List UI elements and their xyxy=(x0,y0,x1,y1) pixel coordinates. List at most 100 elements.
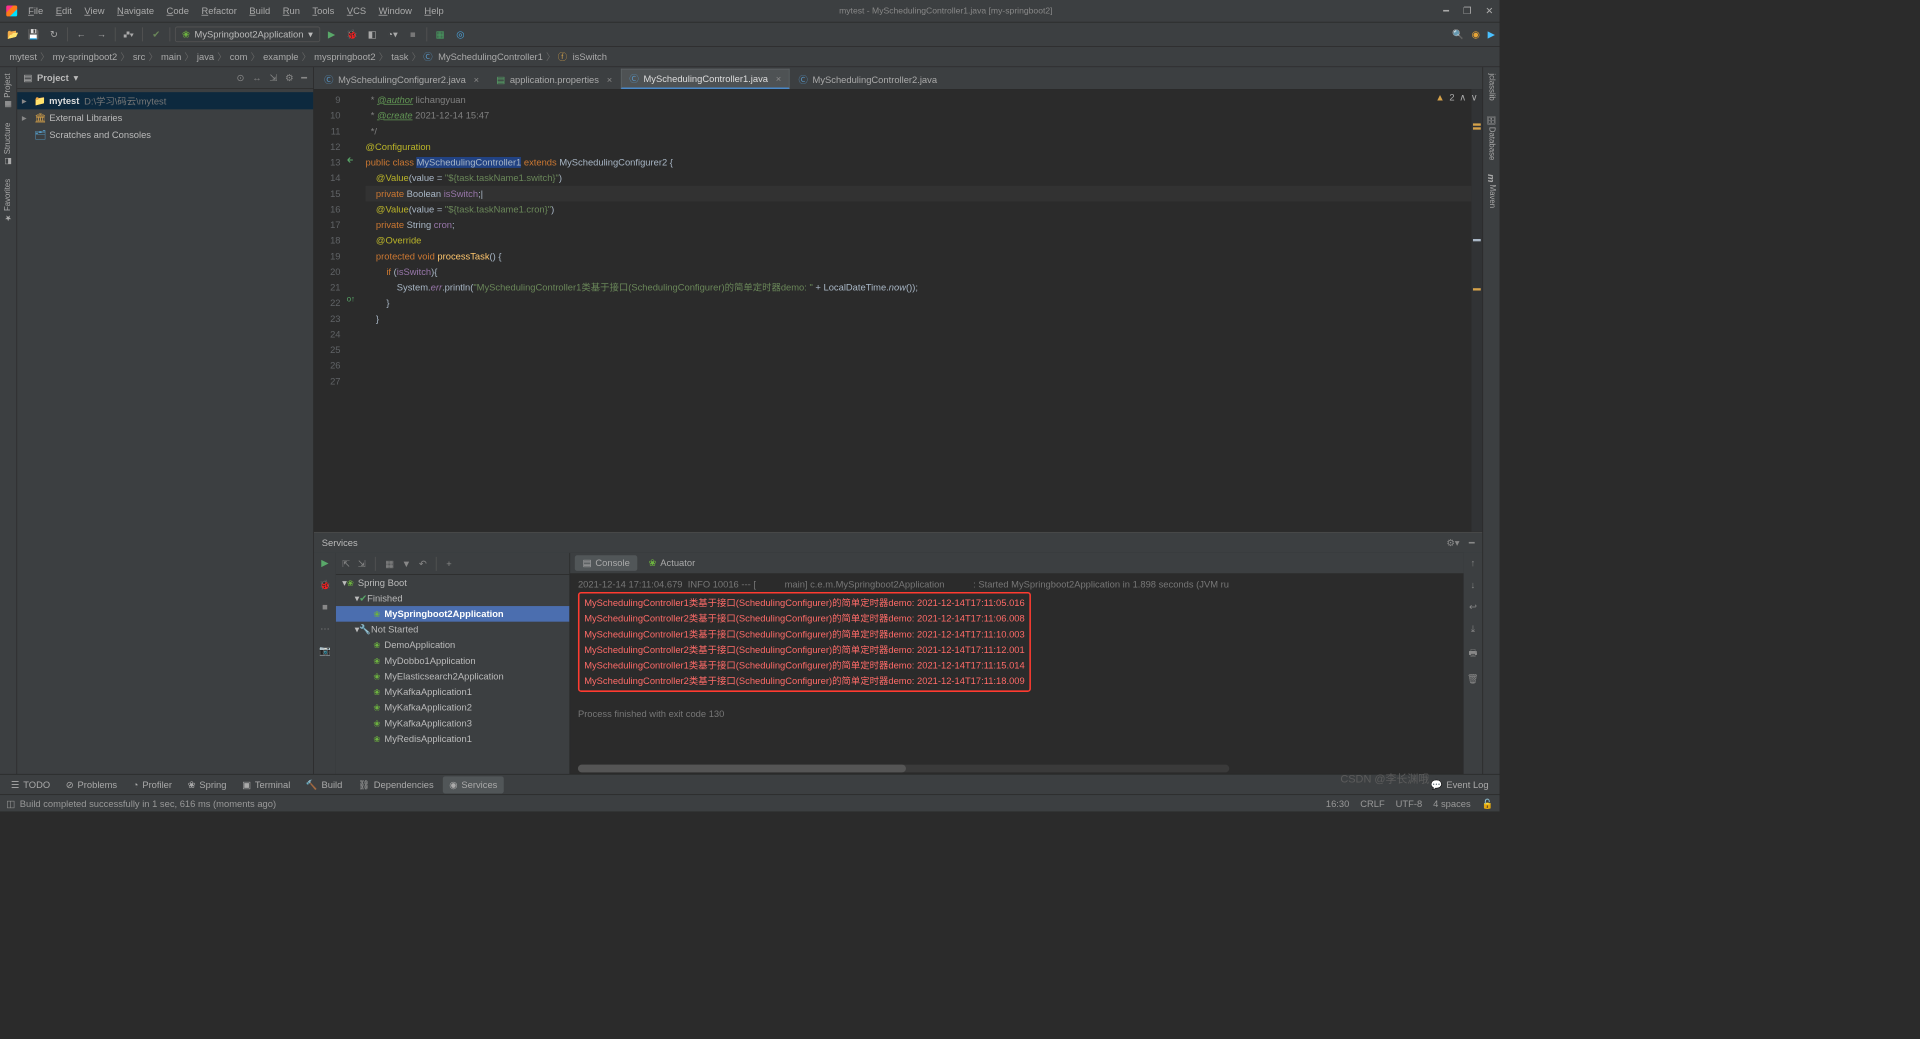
readonly-icon[interactable]: 🔓 xyxy=(1482,798,1494,809)
tab-console[interactable]: ▤Console xyxy=(575,555,638,571)
tree-app[interactable]: ❀MyKafkaApplication3 xyxy=(336,715,570,731)
gear-icon[interactable]: ⚙ xyxy=(285,72,293,83)
tree-finished[interactable]: ▾ ✔ Finished xyxy=(336,590,570,606)
run-config-select[interactable]: ❀ MySpringboot2Application ▾ xyxy=(175,27,320,43)
breadcrumb-item[interactable]: com xyxy=(227,51,251,62)
editor-tab[interactable]: ⒸMySchedulingController2.java xyxy=(790,69,946,89)
circle-button[interactable]: ◎ xyxy=(452,26,469,43)
maximize-button[interactable]: ❐ xyxy=(1463,5,1471,16)
editor-tab[interactable]: ⒸMySchedulingController1.java× xyxy=(621,69,790,89)
menu-help[interactable]: Help xyxy=(420,3,449,19)
soft-wrap-button[interactable]: ↩ xyxy=(1469,601,1477,612)
tool-build[interactable]: 🔨Build xyxy=(300,776,349,793)
gear-icon[interactable]: ⚙▾ xyxy=(1446,537,1459,548)
scratches[interactable]: 🗂 Scratches and Consoles xyxy=(17,127,313,144)
select-opened-button[interactable]: ⊙ xyxy=(237,72,245,83)
tool-windows-button[interactable]: ◫ xyxy=(6,798,15,809)
reload-button[interactable]: ↻ xyxy=(45,26,62,43)
tree-selected-app[interactable]: ❀MySpringboot2Application xyxy=(336,606,570,622)
add-button[interactable]: + xyxy=(446,558,451,569)
favorites-stripe-button[interactable]: ★ Favorites xyxy=(4,179,13,222)
next-highlight-button[interactable]: ∨ xyxy=(1471,92,1478,103)
tree-app[interactable]: ❀MyElasticsearch2Application xyxy=(336,669,570,685)
hide-panel-button[interactable]: ━ xyxy=(301,72,307,83)
tool-terminal[interactable]: ▣Terminal xyxy=(236,776,297,793)
chevron-down-icon[interactable]: ▾ xyxy=(73,72,78,83)
camera-button[interactable]: 📷 xyxy=(319,645,331,656)
menu-file[interactable]: File xyxy=(23,3,47,19)
indent-info[interactable]: 4 spaces xyxy=(1433,798,1471,809)
close-button[interactable]: ✕ xyxy=(1485,5,1493,16)
menu-run[interactable]: Run xyxy=(278,3,305,19)
tree-app[interactable]: ❀DemoApplication xyxy=(336,637,570,653)
console-output[interactable]: 2021-12-14 17:11:04.679 INFO 10016 --- [… xyxy=(570,573,1463,774)
close-tab-button[interactable]: × xyxy=(474,74,479,85)
grid-button[interactable]: ▦ xyxy=(385,558,394,569)
scrollbar-marks[interactable] xyxy=(1471,89,1482,532)
tree-app[interactable]: ❀MyKafkaApplication2 xyxy=(336,700,570,716)
line-separator[interactable]: CRLF xyxy=(1360,798,1384,809)
print-button[interactable]: 🖶 xyxy=(1469,646,1478,662)
event-log-button[interactable]: 💬Event Log xyxy=(1425,776,1495,793)
menu-view[interactable]: View xyxy=(80,3,110,19)
tool-services[interactable]: ◉Services xyxy=(443,776,504,793)
breadcrumb-item[interactable]: task xyxy=(388,51,411,62)
breadcrumb-class[interactable]: MySchedulingController1 xyxy=(435,51,546,62)
hide-panel-button[interactable]: ━ xyxy=(1469,537,1475,548)
coverage-button[interactable]: ◧ xyxy=(364,26,381,43)
breadcrumb-item[interactable]: src xyxy=(130,51,149,62)
open-file-button[interactable]: 📂 xyxy=(5,26,22,43)
project-stripe-button[interactable]: ▦ Project xyxy=(4,73,13,108)
tree-root[interactable]: ▸📁 mytest D:\学习\码云\mytest xyxy=(17,92,313,109)
menu-refactor[interactable]: Refactor xyxy=(197,3,242,19)
debug-button[interactable]: 🐞 xyxy=(343,26,360,43)
menu-vcs[interactable]: VCS xyxy=(342,3,371,19)
jclasslib-stripe-button[interactable]: jclasslib xyxy=(1487,73,1496,100)
editor-tab[interactable]: ⒸMySchedulingConfigurer2.java× xyxy=(316,69,488,89)
tool-spring[interactable]: ❀Spring xyxy=(181,776,232,793)
menu-tools[interactable]: Tools xyxy=(308,3,339,19)
inspection-widget[interactable]: ▲ 2 ∧ ∨ xyxy=(1435,92,1477,103)
back-button[interactable]: ← xyxy=(73,26,90,43)
vcs-checkmark-button[interactable]: ✔ xyxy=(148,26,165,43)
external-libraries[interactable]: ▸🏛 External Libraries xyxy=(17,109,313,126)
database-stripe-button[interactable]: 🗄 Database xyxy=(1487,115,1496,161)
breadcrumb-field[interactable]: isSwitch xyxy=(569,51,610,62)
tool-dependencies[interactable]: ⛓Dependencies xyxy=(352,776,440,793)
close-tab-button[interactable]: × xyxy=(776,73,781,84)
breadcrumb-item[interactable]: java xyxy=(194,51,217,62)
collapse-all-button[interactable]: ⇲ xyxy=(269,72,277,83)
prev-highlight-button[interactable]: ∧ xyxy=(1459,92,1466,103)
ide-features-button[interactable]: ▶ xyxy=(1488,29,1495,40)
expand-button[interactable]: ⇱ xyxy=(342,558,350,569)
tree-app[interactable]: ❀MyKafkaApplication1 xyxy=(336,684,570,700)
up-button[interactable]: ↑ xyxy=(1471,558,1476,569)
run-button[interactable]: ▶ xyxy=(321,558,328,569)
breadcrumb-item[interactable]: example xyxy=(260,51,302,62)
close-tab-button[interactable]: × xyxy=(607,74,612,85)
code-area[interactable]: * @author lichangyuan * @create 2021-12-… xyxy=(359,89,1471,532)
menu-window[interactable]: Window xyxy=(374,3,417,19)
breadcrumb-item[interactable]: my-springboot2 xyxy=(49,51,120,62)
tree-app[interactable]: ❀MyRedisApplication1 xyxy=(336,731,570,747)
file-encoding[interactable]: UTF-8 xyxy=(1396,798,1423,809)
minimize-button[interactable]: ━ xyxy=(1443,5,1449,16)
more-actions-button[interactable]: ⋯ xyxy=(320,623,329,634)
breadcrumb-item[interactable]: mytest xyxy=(6,51,40,62)
tool-problems[interactable]: ⊘Problems xyxy=(60,776,124,793)
tool-todo[interactable]: ☰TODO xyxy=(5,776,57,793)
tab-actuator[interactable]: ❀Actuator xyxy=(641,555,703,571)
down-button[interactable]: ↓ xyxy=(1471,580,1476,591)
undo-button[interactable]: ↶ xyxy=(419,558,427,569)
tree-spring-boot[interactable]: ▾ ❀Spring Boot xyxy=(336,575,570,591)
caret-position[interactable]: 16:30 xyxy=(1326,798,1349,809)
search-everywhere-button[interactable]: 🔍 xyxy=(1452,29,1464,40)
stop-button[interactable]: ■ xyxy=(404,26,421,43)
tree-app[interactable]: ❀MyDobbo1Application xyxy=(336,653,570,669)
tool-profiler[interactable]: ◔Profiler xyxy=(126,776,178,793)
clear-button[interactable]: 🗑 xyxy=(1467,673,1479,684)
breadcrumb-item[interactable]: myspringboot2 xyxy=(311,51,379,62)
stop-button[interactable]: ■ xyxy=(322,601,328,612)
console-scrollbar[interactable] xyxy=(578,765,1229,773)
collapse-button[interactable]: ⇲ xyxy=(358,558,366,569)
